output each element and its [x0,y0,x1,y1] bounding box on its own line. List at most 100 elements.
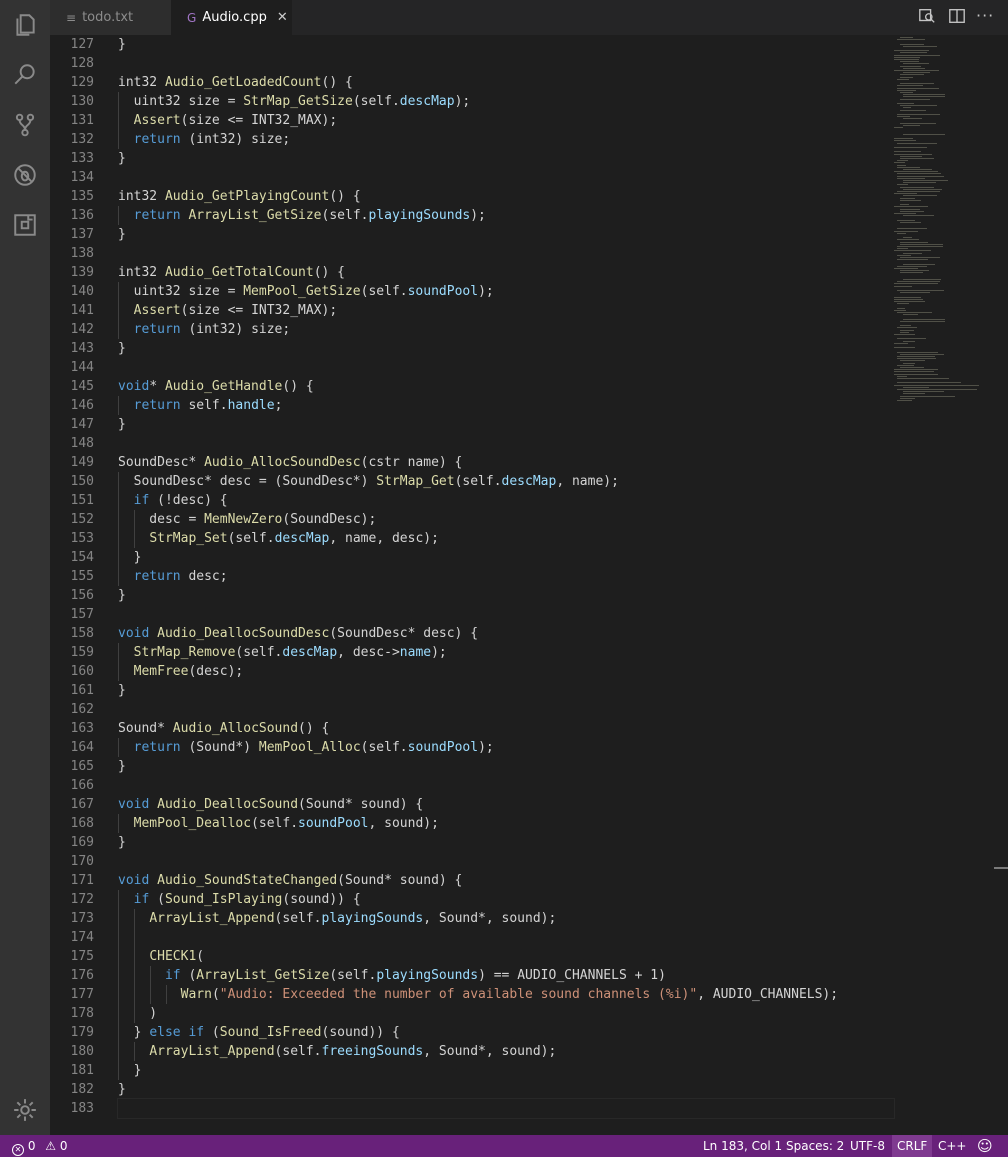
code-line[interactable]: return (int32) size; [118,320,894,339]
code-line[interactable]: SoundDesc* desc = (SoundDesc*) StrMap_Ge… [118,472,894,491]
code-line[interactable]: return (int32) size; [118,130,894,149]
minimap[interactable] [892,35,998,405]
code-line[interactable]: void Audio_DeallocSound(Sound* sound) { [118,795,894,814]
minimap-line [900,397,916,399]
code-line[interactable]: } [118,225,894,244]
open-changes-icon[interactable] [918,7,938,27]
indent-guide [118,738,119,757]
code-line[interactable]: } [118,681,894,700]
code-line[interactable]: ArrayList_Append(self.playingSounds, Sou… [118,909,894,928]
code-line[interactable]: return self.handle; [118,396,894,415]
code-line[interactable] [118,852,894,871]
code-line[interactable]: } [118,415,894,434]
split-editor-icon[interactable] [948,7,968,27]
code-line[interactable]: void Audio_SoundStateChanged(Sound* soun… [118,871,894,890]
explorer-icon[interactable] [0,0,50,50]
feedback-smiley-icon[interactable]: ☺ [977,1135,993,1157]
debug-icon[interactable] [0,150,50,200]
code-editor[interactable]: 127 128 129 130 131 132 133 134 135 136 137 138 139 1… [50,35,1008,1135]
code-line[interactable]: } [118,548,894,567]
code-line[interactable]: desc = MemNewZero(SoundDesc); [118,510,894,529]
line-number: 129 [70,75,94,90]
minimap-line [897,356,935,357]
code-line[interactable]: SoundDesc* Audio_AllocSoundDesc(cstr nam… [118,453,894,472]
problems-indicator[interactable]: ✕ 0 ⚠ 0 [12,1135,68,1157]
line-number: 149 [70,455,94,470]
code-lines[interactable]: } int32 Audio_GetLoadedCount() { uint32 … [117,35,895,1119]
code-line[interactable]: } [118,757,894,776]
code-line[interactable]: ArrayList_Append(self.freeingSounds, Sou… [118,1042,894,1061]
code-line[interactable] [118,168,894,187]
minimap-line [900,270,930,272]
language-mode[interactable]: C++ [938,1135,967,1157]
minimap-line [903,96,946,98]
code-line[interactable]: MemPool_Dealloc(self.soundPool, sound); [118,814,894,833]
line-number: 162 [70,702,94,717]
code-line[interactable]: return ArrayList_GetSize(self.playingSou… [118,206,894,225]
code-line[interactable]: int32 Audio_GetTotalCount() { [118,263,894,282]
code-line[interactable]: ) [118,1004,894,1023]
code-line[interactable]: if (ArrayList_GetSize(self.playingSounds… [118,966,894,985]
code-line[interactable] [118,776,894,795]
line-number: 173 [70,911,94,926]
code-line[interactable]: Assert(size <= INT32_MAX); [118,111,894,130]
code-line[interactable] [118,700,894,719]
code-line[interactable]: uint32 size = StrMap_GetSize(self.descMa… [118,92,894,111]
minimap-line [897,303,909,305]
minimap-line [897,175,944,177]
file-encoding[interactable]: UTF-8 [850,1135,885,1157]
code-line[interactable]: CHECK1( [118,947,894,966]
code-line[interactable] [117,1098,895,1119]
code-line[interactable]: } [118,586,894,605]
code-line[interactable]: void* Audio_GetHandle() { [118,377,894,396]
code-line[interactable]: void Audio_DeallocSoundDesc(SoundDesc* d… [118,624,894,643]
code-line[interactable]: } [118,833,894,852]
tab-audio-cpp[interactable]: G Audio.cpp ✕ [171,0,292,35]
minimap-line [897,184,909,186]
line-number: 151 [70,493,94,508]
code-line[interactable] [118,244,894,263]
code-line[interactable]: int32 Audio_GetLoadedCount() { [118,73,894,92]
more-actions-icon[interactable]: ··· [976,6,996,26]
line-number: 146 [70,398,94,413]
code-line[interactable]: int32 Audio_GetPlayingCount() { [118,187,894,206]
code-line[interactable]: } [118,1080,894,1099]
code-line[interactable]: MemFree(desc); [118,662,894,681]
code-line[interactable] [118,928,894,947]
close-tab-icon[interactable]: ✕ [277,10,288,25]
line-number: 163 [70,721,94,736]
code-line[interactable]: Warn("Audio: Exceeded the number of avai… [118,985,894,1004]
code-line[interactable]: if (Sound_IsPlaying(sound)) { [118,890,894,909]
code-line[interactable] [118,358,894,377]
extensions-icon[interactable] [0,200,50,250]
code-line[interactable]: } [118,339,894,358]
line-number: 176 [70,968,94,983]
minimap-line [897,232,907,234]
line-number: 165 [70,759,94,774]
code-line[interactable] [118,54,894,73]
code-line[interactable]: uint32 size = MemPool_GetSize(self.sound… [118,282,894,301]
code-line[interactable]: StrMap_Set(self.descMap, name, desc); [118,529,894,548]
indentation-setting[interactable]: Spaces: 2 [786,1135,844,1157]
code-line[interactable]: } else if (Sound_IsFreed(sound)) { [118,1023,894,1042]
code-line[interactable]: StrMap_Remove(self.descMap, desc->name); [118,643,894,662]
code-line[interactable]: return (Sound*) MemPool_Alloc(self.sound… [118,738,894,757]
code-line[interactable]: Sound* Audio_AllocSound() { [118,719,894,738]
code-line[interactable]: if (!desc) { [118,491,894,510]
settings-gear-icon[interactable] [0,1085,50,1135]
tab-todo-txt[interactable]: ≡ todo.txt [50,0,171,35]
code-line[interactable] [118,434,894,453]
minimap-line [903,386,930,388]
cursor-position[interactable]: Ln 183, Col 1 [703,1135,782,1157]
source-control-icon[interactable] [0,100,50,150]
code-line[interactable]: return desc; [118,567,894,586]
end-of-line-sequence[interactable]: CRLF [892,1135,933,1157]
code-line[interactable] [118,605,894,624]
code-line[interactable]: Assert(size <= INT32_MAX); [118,301,894,320]
code-line[interactable]: } [118,1061,894,1080]
minimap-line [900,76,914,78]
minimap-line [903,133,945,135]
code-line[interactable]: } [118,35,894,54]
code-line[interactable]: } [118,149,894,168]
search-icon[interactable] [0,50,50,100]
